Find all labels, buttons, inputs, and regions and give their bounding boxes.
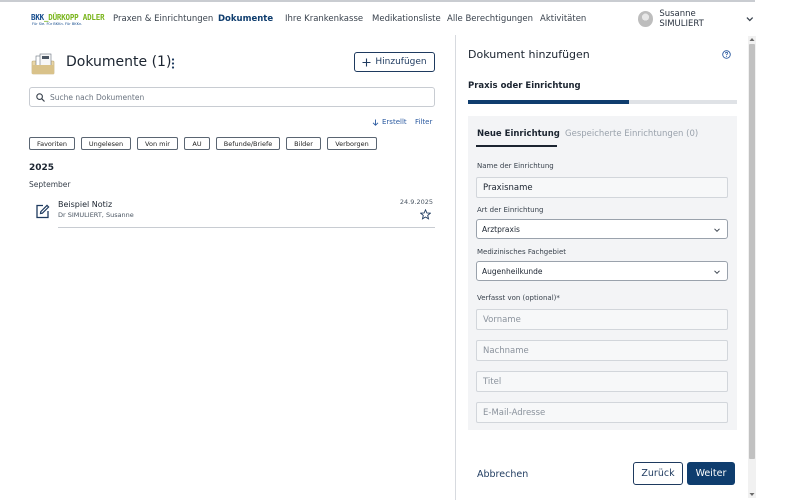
lastname-field[interactable]: Nachname: [476, 340, 728, 361]
add-document-panel: Dokument hinzufügen Praxis oder Einricht…: [455, 35, 755, 500]
sort-down-icon: [372, 119, 379, 126]
next-button[interactable]: Weiter: [687, 462, 735, 485]
search-icon: [36, 92, 45, 102]
back-button[interactable]: Zurück: [633, 462, 683, 485]
document-title: Beispiel Notiz: [58, 200, 113, 209]
email-field[interactable]: E-Mail-Adresse: [476, 402, 728, 423]
user-menu[interactable]: Susanne SIMULIERT: [638, 9, 755, 29]
type-label: Art der Einrichtung: [477, 206, 544, 214]
nav-berechtigungen[interactable]: Alle Berechtigungen: [447, 14, 533, 24]
name-label: Name der Einrichtung: [477, 162, 554, 170]
scrollbar[interactable]: [748, 36, 756, 498]
panel-title: Dokument hinzufügen: [468, 48, 590, 61]
document-author: Dr SIMULIERT, Susanne: [58, 211, 134, 219]
bkk-logo[interactable]: BKK_DÜRKOPP ADLER Für Sie. Für BKKn. Für…: [31, 13, 105, 29]
step-label: Praxis oder Einrichtung: [468, 81, 581, 91]
add-document-button[interactable]: Hinzufügen: [354, 52, 435, 72]
nav-dokumente[interactable]: Dokumente: [218, 14, 273, 24]
chevron-down-icon: [714, 270, 720, 275]
nav-medikationsliste[interactable]: Medikationsliste: [372, 14, 441, 24]
month-heading: September: [29, 180, 71, 189]
specialty-select[interactable]: Augenheilkunde: [476, 261, 728, 281]
top-navigation: BKK_DÜRKOPP ADLER Für Sie. Für BKKn. Für…: [0, 0, 755, 36]
specialty-value: Augenheilkunde: [482, 266, 543, 276]
documents-folder-icon: [31, 53, 55, 75]
chevron-down-icon: [714, 228, 720, 233]
search-input[interactable]: [50, 92, 410, 102]
plus-icon: [362, 58, 371, 66]
divider: [58, 227, 435, 228]
logo-name: DÜRKOPP ADLER: [48, 13, 105, 22]
chip-bilder[interactable]: Bilder: [286, 137, 321, 150]
specialty-label: Medizinisches Fachgebiet: [477, 248, 566, 256]
title-field[interactable]: Titel: [476, 371, 728, 392]
user-name: Susanne SIMULIERT: [659, 9, 704, 29]
chevron-down-icon: [746, 17, 754, 22]
list-item[interactable]: Beispiel Notiz Dr SIMULIERT, Susanne 24.…: [31, 196, 435, 228]
chip-von-mir[interactable]: Von mir: [137, 137, 178, 150]
page-title: Dokumente (1): [66, 54, 172, 70]
facility-type-select[interactable]: Arztpraxis: [476, 219, 728, 239]
avatar: [638, 11, 654, 27]
cancel-link[interactable]: Abbrechen: [477, 469, 528, 480]
author-label: Verfasst von (optional)*: [477, 294, 560, 302]
document-search[interactable]: [29, 87, 435, 107]
help-icon[interactable]: [722, 50, 731, 59]
chip-befunde-briefe[interactable]: Befunde/Briefe: [216, 137, 280, 150]
scroll-down-arrow-icon[interactable]: [749, 492, 755, 497]
chip-verborgen[interactable]: Verborgen: [327, 137, 377, 150]
nav-praxen[interactable]: Praxen & Einrichtungen: [113, 14, 213, 24]
nav-aktivitaeten[interactable]: Aktivitäten: [540, 14, 586, 24]
sort-label: Erstellt: [382, 118, 407, 126]
tab-neue-einrichtung[interactable]: Neue Einrichtung: [477, 129, 560, 139]
sort-button[interactable]: Erstellt: [372, 118, 407, 126]
step-progress-bar: [468, 100, 737, 104]
tab-gespeicherte-einrichtungen[interactable]: Gespeicherte Einrichtungen (0): [565, 129, 698, 139]
document-date: 24.9.2025: [399, 198, 433, 206]
edit-note-icon: [36, 204, 50, 219]
chip-favoriten[interactable]: Favoriten: [29, 137, 75, 150]
chip-au[interactable]: AU: [184, 137, 210, 150]
scrollbar-thumb[interactable]: [749, 44, 755, 459]
kebab-menu-icon[interactable]: [168, 57, 178, 70]
logo-brand: BKK: [31, 13, 44, 22]
step-progress-fill: [468, 100, 630, 104]
chip-ungelesen[interactable]: Ungelesen: [81, 137, 131, 150]
year-heading: 2025: [29, 163, 55, 173]
facility-name-field[interactable]: Praxisname: [476, 177, 728, 198]
facility-type-value: Arztpraxis: [482, 224, 520, 234]
firstname-field[interactable]: Vorname: [476, 309, 728, 330]
nav-krankenkasse[interactable]: Ihre Krankenkasse: [285, 14, 363, 24]
logo-tagline: Für Sie. Für BKKn. Für BKKn.: [32, 22, 83, 26]
facility-form: Neue Einrichtung Gespeicherte Einrichtun…: [468, 116, 737, 430]
scroll-up-arrow-icon[interactable]: [749, 37, 755, 42]
add-button-label: Hinzufügen: [375, 57, 427, 67]
active-tab-indicator: [476, 145, 557, 147]
star-icon[interactable]: [420, 209, 431, 220]
filter-link[interactable]: Filter: [415, 118, 432, 126]
